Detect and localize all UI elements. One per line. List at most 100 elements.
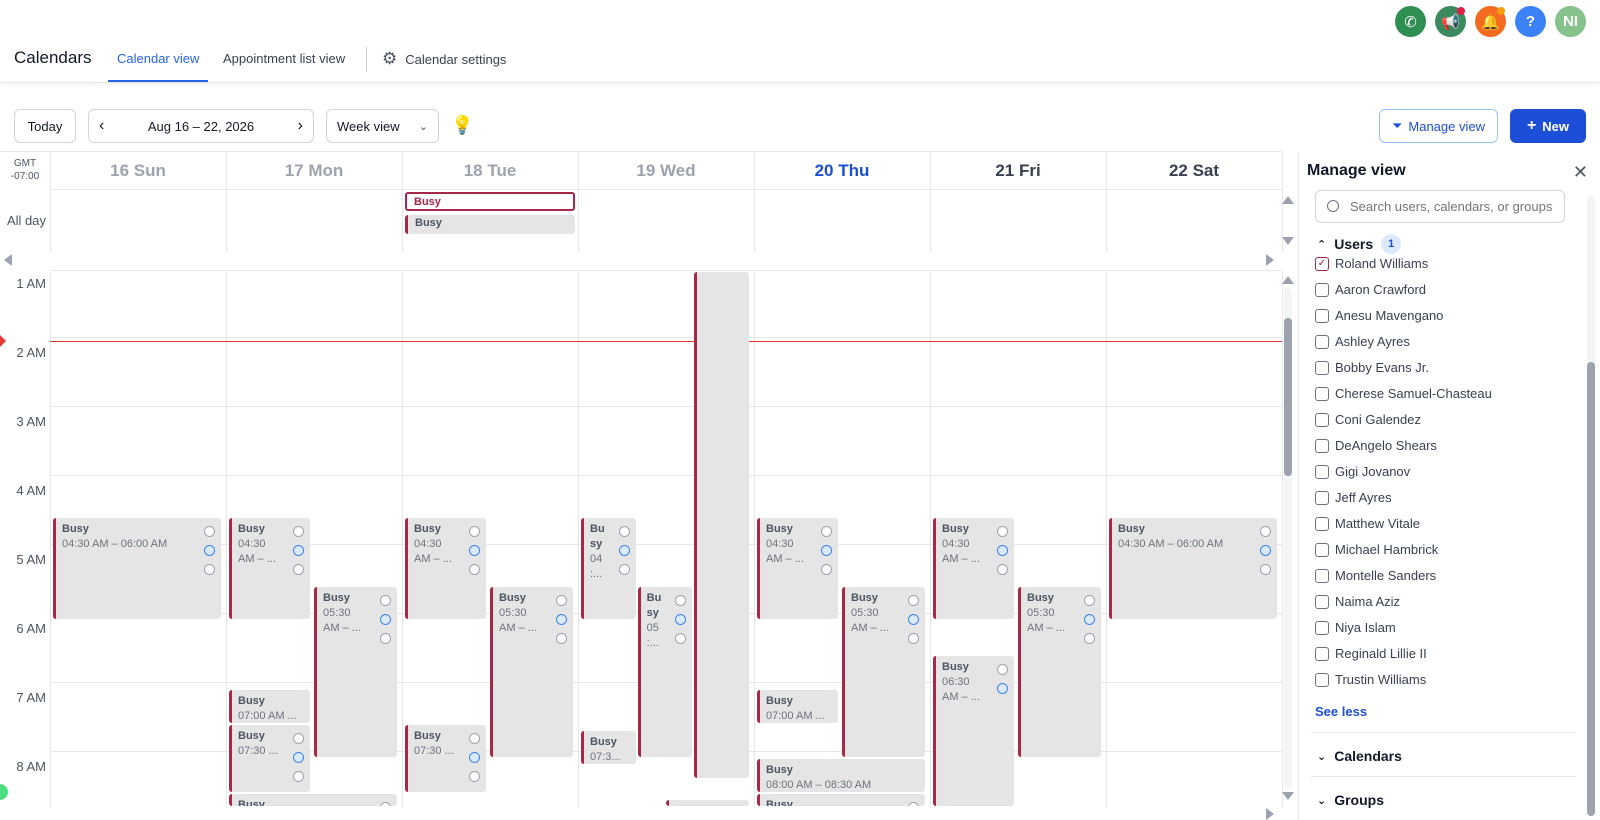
calendar-event[interactable] [694, 272, 749, 778]
user-checkbox[interactable] [1315, 490, 1329, 505]
all-day-event[interactable]: Busy [405, 215, 575, 234]
megaphone-icon[interactable]: 📢 [1435, 6, 1466, 37]
user-list-item[interactable]: Cherese Samuel-Chasteau [1315, 386, 1492, 401]
calendar-event[interactable]: Busy 07:00 AM ... [229, 690, 310, 723]
user-list-item[interactable]: Niya Islam [1315, 620, 1396, 635]
calendar-event[interactable]: Busy 05:30 AM – ... [842, 586, 925, 757]
chevron-left-icon[interactable]: ‹ [99, 117, 104, 135]
user-checkbox[interactable] [1315, 412, 1329, 427]
user-list-item[interactable]: Gigi Jovanov [1315, 464, 1410, 479]
day-header[interactable]: 22 Sat [1106, 152, 1282, 190]
user-list-item[interactable]: DeAngelo Shears [1315, 438, 1437, 453]
scroll-right-icon[interactable] [1266, 254, 1274, 266]
calendar-event[interactable]: Busy 05:30 AM – ... [1018, 586, 1101, 757]
calendar-event[interactable]: Busy 08:00 AM – 08:30 AM [757, 759, 925, 792]
tab-appointment-list-view[interactable]: Appointment list view [223, 51, 345, 66]
status-icon [469, 732, 480, 744]
user-list-item[interactable]: Jeff Ayres [1315, 490, 1392, 505]
user-checkbox[interactable] [1315, 620, 1329, 635]
user-list-item[interactable]: Anesu Mavengano [1315, 308, 1443, 323]
day-header[interactable]: 17 Mon [226, 152, 402, 190]
scroll-up-icon[interactable] [1282, 276, 1294, 284]
calendar-event[interactable]: Busy 04:30 AM – ... [933, 517, 1014, 619]
video-icon [618, 544, 630, 556]
user-checkbox[interactable] [1315, 334, 1329, 349]
view-select[interactable]: Week view ⌄ [326, 109, 439, 143]
user-checkbox[interactable] [1315, 542, 1329, 557]
user-checkbox[interactable] [1315, 438, 1329, 453]
user-checkbox[interactable] [1315, 672, 1329, 687]
calendar-event[interactable]: Busy 07:00 AM ... [757, 690, 838, 723]
scroll-right-icon[interactable] [1266, 808, 1274, 820]
day-header[interactable]: 20 Thu [754, 152, 930, 190]
user-list-item[interactable]: Aaron Crawford [1315, 282, 1426, 297]
calendar-event[interactable]: Busy [666, 800, 749, 806]
user-list-item[interactable]: Ashley Ayres [1315, 334, 1410, 349]
day-header[interactable]: 18 Tue [402, 152, 578, 190]
calendar-event[interactable]: Busy 04:30 AM – 06:00 AM [1109, 517, 1277, 619]
help-icon[interactable]: ? [1515, 6, 1546, 37]
day-header[interactable]: 21 Fri [930, 152, 1106, 190]
user-checkbox[interactable] [1315, 464, 1329, 479]
calendar-event[interactable]: Busy 04:30 AM – 06:00 AM [53, 517, 221, 619]
user-list-item[interactable]: Coni Galendez [1315, 412, 1421, 427]
calendar-event[interactable]: Busy 07:30 ... [405, 724, 486, 792]
user-checkbox[interactable] [1315, 282, 1329, 297]
calendar-event[interactable]: Busy 04:30 AM – ... [757, 517, 838, 619]
day-header[interactable]: 19 Wed [578, 152, 754, 190]
all-day-event[interactable]: Busy [405, 192, 575, 211]
calendar-event[interactable]: Bu sy 04 :... [581, 517, 636, 619]
users-section-toggle[interactable]: ⌃ Users 1 [1317, 234, 1402, 254]
scroll-down-icon[interactable] [1282, 237, 1294, 245]
recurring-icon [469, 770, 480, 782]
user-list-item[interactable]: Trustin Williams [1315, 672, 1426, 687]
calendar-scrollbar-thumb[interactable] [1284, 318, 1292, 476]
calendar-event[interactable]: Busy 04:30 AM – ... [405, 517, 486, 619]
scroll-down-icon[interactable] [1282, 792, 1294, 800]
calendars-section-toggle[interactable]: ⌄ Calendars [1317, 748, 1402, 764]
user-checkbox[interactable] [1315, 568, 1329, 583]
tab-calendar-view[interactable]: Calendar view [117, 51, 199, 66]
calendar-event[interactable]: Busy 07:30 ... [229, 724, 310, 792]
panel-scrollbar-thumb[interactable] [1587, 362, 1595, 816]
close-icon[interactable]: ✕ [1573, 162, 1588, 183]
new-button[interactable]: + New [1510, 109, 1586, 143]
user-checkbox[interactable] [1315, 360, 1329, 375]
scroll-left-icon[interactable] [4, 254, 12, 266]
groups-section-toggle[interactable]: ⌄ Groups [1317, 792, 1384, 808]
user-list-item[interactable]: Matthew Vitale [1315, 516, 1420, 531]
calendar-event[interactable]: Busy 07:3... [581, 731, 636, 764]
user-list-item[interactable]: ✓ Roland Williams [1315, 256, 1428, 271]
search-input[interactable] [1315, 190, 1565, 223]
calendar-event[interactable]: Busy 06:30 AM – ... [933, 655, 1014, 806]
user-checkbox[interactable] [1315, 386, 1329, 401]
calendar-event[interactable]: Busy08:30 AM – 09:30 AM [757, 793, 925, 806]
calendar-event[interactable]: Busy 04:30 AM – ... [229, 517, 310, 619]
lightbulb-icon[interactable]: 💡 [451, 115, 473, 136]
calendar-event[interactable]: Bu sy 05 :... [637, 586, 693, 757]
user-list-item[interactable]: Michael Hambrick [1315, 542, 1438, 557]
video-icon [1084, 613, 1095, 625]
user-checkbox[interactable] [1315, 308, 1329, 323]
day-header[interactable]: 16 Sun [50, 152, 226, 190]
scroll-up-icon[interactable] [1282, 196, 1294, 204]
chevron-right-icon[interactable]: › [298, 117, 303, 135]
calendar-settings-button[interactable]: ⚙ Calendar settings [382, 49, 506, 69]
bell-icon[interactable]: 🔔 [1475, 6, 1506, 37]
user-list-item[interactable]: Bobby Evans Jr. [1315, 360, 1429, 375]
user-checkbox[interactable] [1315, 646, 1329, 661]
today-button[interactable]: Today [14, 109, 76, 143]
user-checkbox[interactable] [1315, 516, 1329, 531]
see-less-link[interactable]: See less [1315, 704, 1367, 719]
phone-icon[interactable]: ✆ [1395, 6, 1426, 37]
avatar[interactable]: NI [1555, 6, 1586, 37]
calendar-event[interactable]: Busy 05:30 AM – ... [314, 586, 397, 757]
calendar-event[interactable]: Busy08:30 AM – 09:30 AM [229, 793, 397, 806]
user-checkbox[interactable] [1315, 594, 1329, 609]
manage-view-button[interactable]: ⏷ Manage view [1379, 109, 1498, 143]
user-checkbox[interactable]: ✓ [1315, 256, 1329, 271]
user-list-item[interactable]: Naima Aziz [1315, 594, 1400, 609]
calendar-event[interactable]: Busy 05:30 AM – ... [490, 586, 573, 757]
user-list-item[interactable]: Reginald Lillie II [1315, 646, 1427, 661]
user-list-item[interactable]: Montelle Sanders [1315, 568, 1436, 583]
